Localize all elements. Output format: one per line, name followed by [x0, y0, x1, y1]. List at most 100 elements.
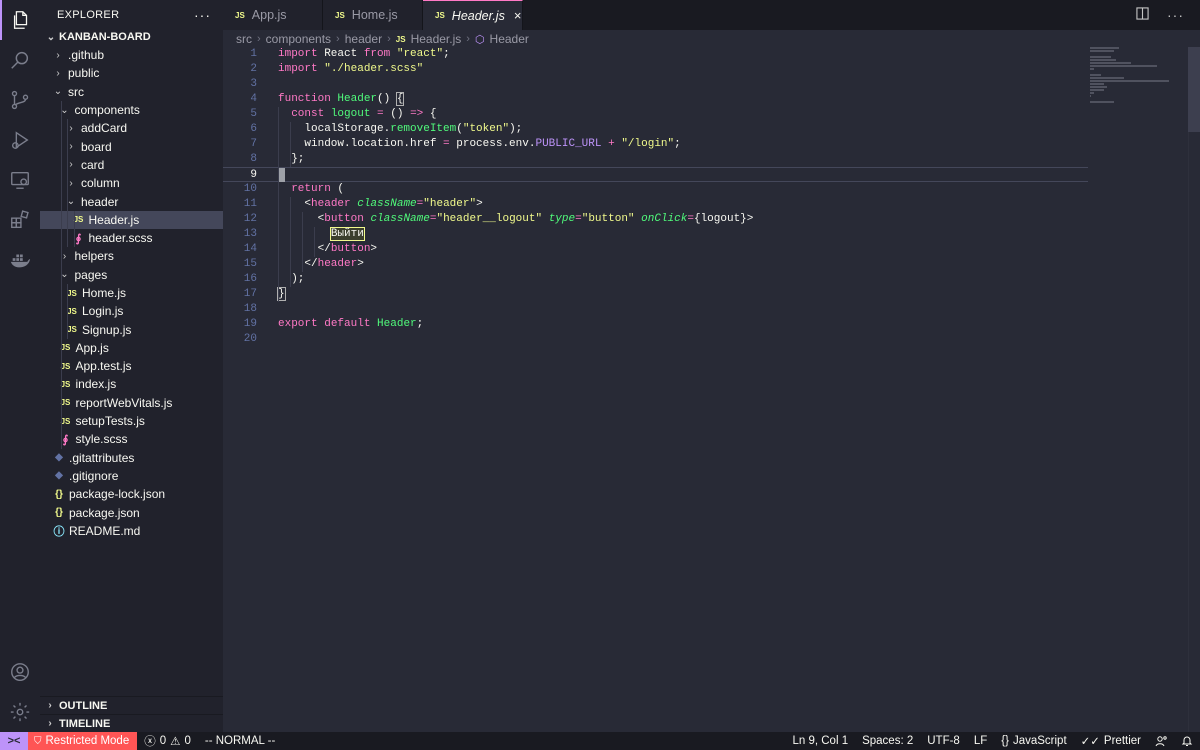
code-line[interactable]: 16 ); [223, 272, 1088, 287]
tree-folder[interactable]: ⌄ components [40, 100, 223, 120]
tree-folder[interactable]: › card [40, 155, 223, 175]
editor-tab[interactable]: JS App.js [223, 0, 323, 30]
code-token: > [370, 243, 378, 255]
source-control-icon[interactable] [0, 80, 40, 120]
tab-label: Home.js [351, 8, 398, 22]
code-editor[interactable]: 1 import React from "react"; 2 import "./he… [223, 47, 1200, 732]
project-root[interactable]: ⌄ KANBAN-BOARD [40, 28, 223, 46]
code-line[interactable]: 13 Выйти [223, 227, 1088, 242]
indent-guide [73, 228, 75, 248]
end-of-line[interactable]: LF [967, 735, 994, 747]
code-line[interactable]: 5 const logout = () => { [223, 107, 1088, 122]
tree-file[interactable]: ◆ .gitignore [40, 467, 223, 485]
tree-file[interactable]: JS Login.js [40, 302, 223, 321]
settings-gear-icon[interactable] [0, 692, 40, 732]
encoding[interactable]: UTF-8 [920, 735, 967, 747]
tree-file[interactable]: {} package.json [40, 503, 223, 521]
prettier-status[interactable]: ✓✓ Prettier [1074, 734, 1148, 748]
tree-file[interactable]: ⓘ README.md [40, 522, 223, 540]
code-line[interactable]: 17} [223, 287, 1088, 302]
explorer-icon[interactable] [0, 0, 40, 40]
code-line[interactable]: 19 export default Header; [223, 317, 1088, 332]
close-icon[interactable]: × [514, 8, 522, 23]
tree-folder[interactable]: ⌄ header [40, 192, 223, 211]
code-line[interactable]: 8 }; [223, 152, 1088, 167]
editor-tab[interactable]: JS Home.js [323, 0, 423, 30]
code-line[interactable]: 6 localStorage.removeItem("token"); [223, 122, 1088, 137]
scrollbar-thumb[interactable] [1188, 47, 1200, 132]
account-icon[interactable] [0, 652, 40, 692]
tree-folder[interactable]: › board [40, 137, 223, 156]
tree-file[interactable]: JS setupTests.js [40, 411, 223, 431]
remote-icon[interactable]: >< [0, 732, 28, 750]
search-icon[interactable] [0, 40, 40, 80]
cursor-position[interactable]: Ln 9, Col 1 [785, 735, 855, 747]
tree-folder[interactable]: ⌄ src [40, 83, 223, 101]
minimap[interactable] [1090, 47, 1185, 107]
code-line[interactable]: 1 import React from "react"; [223, 47, 1088, 62]
tree-file[interactable]: ◆ .gitattributes [40, 449, 223, 467]
run-debug-icon[interactable] [0, 120, 40, 160]
breadcrumb-file[interactable]: Header.js [411, 32, 462, 46]
indent-guide [67, 302, 68, 321]
code-line[interactable]: 9 [223, 167, 1088, 182]
tree-file[interactable]: ∮ style.scss [40, 430, 223, 449]
code-line[interactable]: 2 import "./header.scss" [223, 62, 1088, 77]
code-line[interactable]: 4 function Header() { [223, 92, 1088, 107]
restricted-mode-badge[interactable]: ⛉ Restricted Mode [28, 732, 138, 750]
tree-file[interactable]: JS index.js [40, 375, 223, 394]
code-token: localStorage. [278, 123, 391, 135]
code-line[interactable]: 15 </header> [223, 257, 1088, 272]
code-line[interactable]: 14 </button> [223, 242, 1088, 257]
editor-tab[interactable]: JS Header.js × [423, 0, 523, 30]
tree-file[interactable]: JS App.js [40, 338, 223, 358]
tree-file[interactable]: JS reportWebVitals.js [40, 393, 223, 412]
tree-folder[interactable]: › helpers [40, 247, 223, 266]
tree-folder[interactable]: › addCard [40, 119, 223, 138]
tree-folder[interactable]: › public [40, 64, 223, 82]
timeline-section[interactable]: › TIMELINE [40, 714, 223, 732]
code-line[interactable]: 12 <button className="header__logout" ty… [223, 212, 1088, 227]
line-number: 7 [250, 138, 257, 150]
tree-folder[interactable]: › .github [40, 46, 223, 64]
code-line[interactable]: 10 return ( [223, 182, 1088, 197]
code-line[interactable]: 11 <header className="header"> [223, 197, 1088, 212]
remote-explorer-icon[interactable] [0, 160, 40, 200]
language-mode[interactable]: {} JavaScript [994, 735, 1073, 747]
more-actions-icon[interactable]: ··· [1167, 7, 1184, 23]
line-number: 20 [243, 333, 257, 345]
breadcrumb-header[interactable]: header [345, 32, 382, 46]
warning-icon: ⚠ [170, 736, 181, 748]
code-line[interactable]: 18 [223, 302, 1088, 317]
json-file-icon: {} [55, 488, 63, 500]
code-line[interactable]: 3 [223, 77, 1088, 92]
code-token: PUBLIC_URL [535, 138, 602, 150]
braces-icon: {} [1001, 735, 1009, 747]
indent-guide [60, 137, 62, 156]
accounts-icon[interactable] [1148, 735, 1174, 747]
split-editor-icon[interactable] [1136, 7, 1149, 23]
outline-section[interactable]: › OUTLINE [40, 696, 223, 714]
editor-scrollbar[interactable] [1188, 47, 1200, 732]
breadcrumb-src[interactable]: src [236, 32, 252, 46]
tree-file[interactable]: JS Header.js [40, 210, 223, 229]
tree-folder[interactable]: › column [40, 174, 223, 193]
code-line[interactable]: 7 window.location.href = process.env.PUB… [223, 137, 1088, 152]
tree-file[interactable]: JS Home.js [40, 283, 223, 303]
problems-indicator[interactable]: ⓧ 0 ⚠ 0 [137, 733, 198, 749]
tree-file[interactable]: JS Signup.js [40, 320, 223, 339]
extensions-icon[interactable] [0, 200, 40, 240]
more-actions-icon[interactable]: ··· [194, 7, 211, 23]
tree-file[interactable]: JS App.test.js [40, 357, 223, 376]
indentation[interactable]: Spaces: 2 [855, 735, 920, 747]
code-token: from [363, 48, 391, 60]
breadcrumb-components[interactable]: components [266, 32, 331, 46]
tree-file[interactable]: {} package-lock.json [40, 485, 223, 503]
js-file-icon: JS [235, 10, 245, 20]
breadcrumb-symbol[interactable]: Header [490, 32, 529, 46]
tree-file[interactable]: ∮ header.scss [40, 228, 223, 248]
docker-icon[interactable] [0, 240, 40, 280]
tree-folder[interactable]: ⌄ pages [40, 265, 223, 284]
notifications-bell-icon[interactable] [1174, 735, 1200, 747]
code-line[interactable]: 20 [223, 332, 1088, 347]
